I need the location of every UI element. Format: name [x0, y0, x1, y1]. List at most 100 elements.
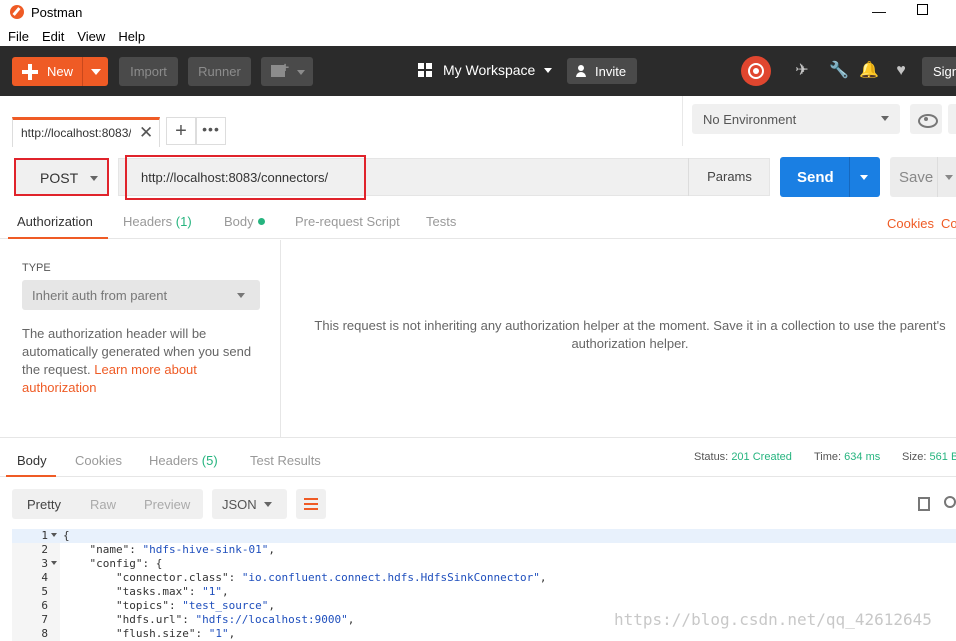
fold-chevron-icon[interactable]	[51, 533, 57, 537]
tab-body[interactable]: Body	[224, 214, 265, 229]
code-text: "flush.size": "1",	[63, 627, 236, 640]
send-button[interactable]: Send	[780, 157, 880, 197]
add-tab-button[interactable]: +	[166, 117, 196, 145]
chevron-down-icon	[297, 70, 305, 75]
auth-description: The authorization header will be automat…	[22, 326, 252, 395]
chevron-down-icon[interactable]	[860, 175, 868, 180]
tab-response-headers[interactable]: Headers (5)	[149, 453, 218, 468]
environment-select[interactable]: No Environment	[692, 104, 900, 134]
request-section-tabs: Authorization Headers (1) Body Pre-reque…	[0, 209, 956, 239]
eye-icon[interactable]	[910, 104, 942, 134]
tab-response-cookies[interactable]: Cookies	[75, 453, 122, 468]
chevron-down-icon	[264, 502, 272, 507]
invite-label: Invite	[595, 63, 627, 79]
url-input[interactable]: http://localhost:8083/connectors/	[125, 155, 366, 200]
minimize-icon[interactable]: —	[872, 4, 886, 18]
cookies-link[interactable]: Cookies	[887, 216, 934, 231]
chevron-down-icon	[90, 176, 98, 181]
more-icon[interactable]: •••	[196, 117, 226, 145]
chevron-down-icon[interactable]	[945, 175, 953, 180]
heart-icon[interactable]: ♥	[892, 62, 910, 80]
code-line: 4 "connector.class": "io.confluent.conne…	[12, 571, 956, 585]
code-link[interactable]: Code	[941, 216, 956, 231]
import-button[interactable]: Import	[119, 57, 178, 86]
runner-button[interactable]: Runner	[188, 57, 251, 86]
view-mode-group: Pretty Raw Preview	[12, 489, 203, 519]
title-bar: Postman —	[0, 0, 956, 24]
preview-button[interactable]: Preview	[144, 497, 190, 512]
active-tab-indicator	[6, 475, 56, 477]
tab-authorization[interactable]: Authorization	[17, 214, 93, 229]
tab-request[interactable]: http://localhost:8083/connectors/ ✕	[12, 117, 160, 147]
invite-button[interactable]: Invite	[567, 58, 637, 84]
line-number: 1	[41, 529, 48, 542]
new-window-button[interactable]	[261, 57, 313, 86]
response-toolbar: Pretty Raw Preview JSON	[0, 489, 956, 519]
line-number: 7	[41, 613, 48, 626]
user-icon	[576, 65, 588, 77]
sign-in-button[interactable]: Sign	[922, 57, 956, 86]
watermark: https://blog.csdn.net/qq_42612645	[614, 610, 932, 629]
line-number: 5	[41, 585, 48, 598]
code-text: "connector.class": "io.confluent.connect…	[63, 571, 547, 584]
chevron-down-icon	[237, 293, 245, 298]
send-label: Send	[797, 169, 834, 186]
method-select[interactable]: POST	[14, 158, 109, 196]
raw-button[interactable]: Raw	[90, 497, 116, 512]
menu-help[interactable]: Help	[118, 29, 145, 44]
bell-icon[interactable]: 🔔	[859, 62, 879, 80]
line-number: 3	[41, 557, 48, 570]
tab-pre-request-script[interactable]: Pre-request Script	[295, 214, 400, 229]
workspace-selector[interactable]: My Workspace	[418, 62, 553, 78]
tab-response-body[interactable]: Body	[17, 453, 47, 468]
window-title: Postman	[31, 4, 83, 20]
maximize-icon[interactable]	[917, 4, 928, 15]
grid-icon	[418, 63, 432, 77]
gear-icon[interactable]	[948, 104, 956, 134]
new-button-label: New	[47, 64, 74, 79]
params-button[interactable]: Params	[688, 158, 770, 196]
workspace-label: My Workspace	[443, 62, 536, 78]
code-line: 2 "name": "hdfs-hive-sink-01",	[12, 543, 956, 557]
line-number: 4	[41, 571, 48, 584]
new-button[interactable]: New	[12, 57, 108, 86]
fold-chevron-icon[interactable]	[51, 561, 57, 565]
close-icon[interactable]: ✕	[139, 123, 153, 143]
menu-bar: File Edit View Help	[0, 26, 956, 46]
auth-message: This request is not inheriting any autho…	[314, 318, 946, 351]
satellite-icon[interactable]: ✈	[793, 62, 811, 80]
new-dropdown-chevron-icon[interactable]	[91, 69, 101, 75]
method-label: POST	[40, 170, 79, 186]
postman-logo-icon	[10, 5, 24, 19]
tab-tests[interactable]: Tests	[426, 214, 456, 229]
environment-label: No Environment	[703, 112, 797, 127]
copy-icon[interactable]	[918, 497, 930, 511]
menu-file[interactable]: File	[8, 29, 29, 44]
code-text: "name": "hdfs-hive-sink-01",	[63, 543, 275, 556]
pretty-button[interactable]: Pretty	[27, 497, 61, 512]
auth-type-select[interactable]: Inherit auth from parent	[22, 280, 260, 310]
save-button[interactable]: Save	[890, 157, 956, 197]
new-window-icon	[271, 59, 289, 77]
sync-icon[interactable]	[741, 56, 771, 86]
line-number: 2	[41, 543, 48, 556]
chevron-down-icon	[881, 116, 889, 121]
code-text: "tasks.max": "1",	[63, 585, 229, 598]
format-select[interactable]: JSON	[212, 489, 287, 519]
menu-view[interactable]: View	[77, 29, 105, 44]
header-toolbar: New Import Runner My Workspace Invite ✈ …	[0, 46, 956, 96]
auth-settings-panel: TYPE Inherit auth from parent The author…	[0, 240, 281, 437]
request-tab-bar: http://localhost:8083/connectors/ ✕ + ••…	[0, 96, 956, 147]
wrench-icon[interactable]: 🔧	[829, 62, 849, 80]
line-number: 8	[41, 627, 48, 640]
wrap-lines-icon[interactable]	[296, 489, 326, 519]
active-tab-indicator	[8, 237, 108, 239]
tab-headers[interactable]: Headers (1)	[123, 214, 192, 229]
search-icon[interactable]	[944, 496, 956, 508]
menu-edit[interactable]: Edit	[42, 29, 64, 44]
time-readout: Time: 634 ms	[814, 451, 881, 463]
plus-icon	[21, 63, 39, 81]
line-number: 6	[41, 599, 48, 612]
tab-test-results[interactable]: Test Results	[250, 453, 321, 468]
code-text: "config": {	[63, 557, 163, 570]
